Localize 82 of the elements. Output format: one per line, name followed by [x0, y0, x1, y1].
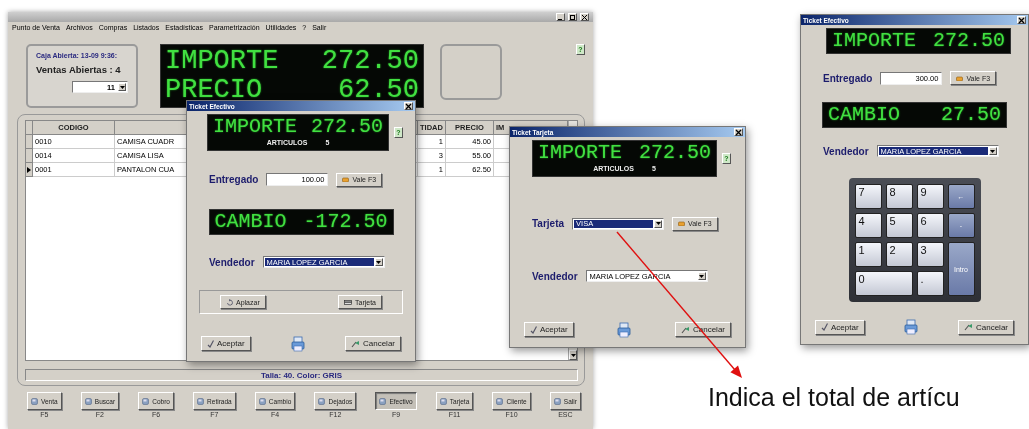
display-label: IMPORTE: [213, 116, 297, 138]
tray-icon: [678, 221, 686, 227]
square-icon: [439, 397, 447, 405]
row-pointer-icon: [27, 166, 31, 173]
close-button[interactable]: [1017, 16, 1026, 24]
display-label: IMPORTE: [165, 47, 279, 76]
close-icon: [1018, 16, 1025, 24]
field-label: Entregado: [209, 174, 259, 186]
keypad-key[interactable]: 1: [854, 242, 882, 267]
keypad-key[interactable]: 5: [885, 213, 913, 238]
dropdown-arrow-icon: [655, 222, 661, 226]
close-icon: [405, 102, 412, 110]
row-header[interactable]: [26, 163, 33, 177]
keypad-key[interactable]: 4: [854, 213, 882, 238]
printer-icon: [617, 321, 632, 338]
tray-icon: [342, 177, 350, 183]
square-icon: [258, 397, 266, 405]
circle-arrow-icon: [226, 298, 233, 306]
square-icon: [553, 397, 561, 405]
checkmark-icon: [207, 340, 214, 348]
print-button[interactable]: [617, 321, 632, 338]
cancel-button[interactable]: Cancelar: [958, 319, 1014, 335]
accept-button[interactable]: Aceptar: [524, 322, 574, 338]
keypad-key[interactable]: 9: [916, 184, 944, 209]
close-button[interactable]: [404, 102, 413, 110]
display-value: 272.50: [639, 142, 711, 164]
cancel-button[interactable]: Cancelar: [345, 336, 401, 352]
field-label: Tarjeta: [532, 218, 565, 230]
display-value: -172.50: [303, 210, 388, 233]
keypad-key[interactable]: .: [916, 271, 944, 296]
status-field: Talla: 40. Color: GRIS: [25, 369, 578, 381]
maximize-icon: [570, 14, 575, 20]
display-label: IMPORTE: [538, 142, 622, 164]
card-icon: [344, 299, 352, 305]
minimize-button[interactable]: [556, 13, 565, 21]
keypad-key[interactable]: 6: [916, 213, 944, 238]
display-value: 272.50: [933, 30, 1005, 52]
field-label: Vendedor: [823, 145, 869, 157]
square-icon: [84, 397, 92, 405]
square-icon: [31, 397, 38, 405]
display-value: 27.50: [941, 104, 1001, 126]
keypad-key[interactable]: 7: [854, 184, 882, 209]
keypad-key[interactable]: 2: [885, 242, 913, 267]
display-label: PRECIO: [165, 76, 263, 105]
keypad-key[interactable]: 3: [916, 242, 944, 267]
scroll-down-icon: [570, 353, 576, 357]
square-icon: [197, 397, 205, 405]
blank-panel: [440, 44, 502, 100]
dropdown-arrow-icon: [376, 260, 382, 264]
square-icon: [379, 397, 387, 405]
close-button[interactable]: [734, 128, 743, 136]
field-label: Vendedor: [209, 256, 255, 268]
open-sales-label: Ventas Abiertas : 4: [36, 64, 122, 75]
tray-icon: [956, 75, 964, 81]
display-value: 272.50: [321, 47, 419, 76]
keypad-key[interactable]: 8: [885, 184, 913, 209]
printer-icon: [290, 336, 305, 352]
field-label: Entregado: [823, 72, 873, 84]
caption-text: Indica el total de artícu: [708, 383, 960, 411]
checkmark-icon: [821, 323, 828, 331]
display-value: 62.50: [338, 76, 419, 105]
square-icon: [318, 397, 326, 405]
display-value: 272.50: [311, 116, 383, 138]
close-icon: [582, 14, 587, 20]
accept-button[interactable]: Aceptar: [815, 319, 865, 335]
dropdown-arrow-icon: [990, 149, 996, 153]
display-label: IMPORTE: [832, 30, 916, 52]
field-label: Vendedor: [532, 270, 578, 282]
dropdown-arrow-icon: [699, 274, 705, 278]
checkmark-icon: [530, 325, 537, 334]
maximize-button[interactable]: [568, 13, 577, 21]
square-icon: [496, 397, 504, 405]
display-label: CAMBIO: [828, 104, 900, 126]
print-button[interactable]: [290, 336, 305, 352]
print-button[interactable]: [904, 319, 919, 335]
dropdown-arrow-icon: [119, 85, 125, 89]
close-icon: [735, 128, 742, 136]
display-label: CAMBIO: [214, 210, 287, 233]
square-icon: [142, 397, 150, 405]
accept-button[interactable]: Aceptar: [201, 336, 251, 352]
keypad-key[interactable]: 0: [854, 271, 913, 296]
printer-icon: [904, 319, 919, 335]
